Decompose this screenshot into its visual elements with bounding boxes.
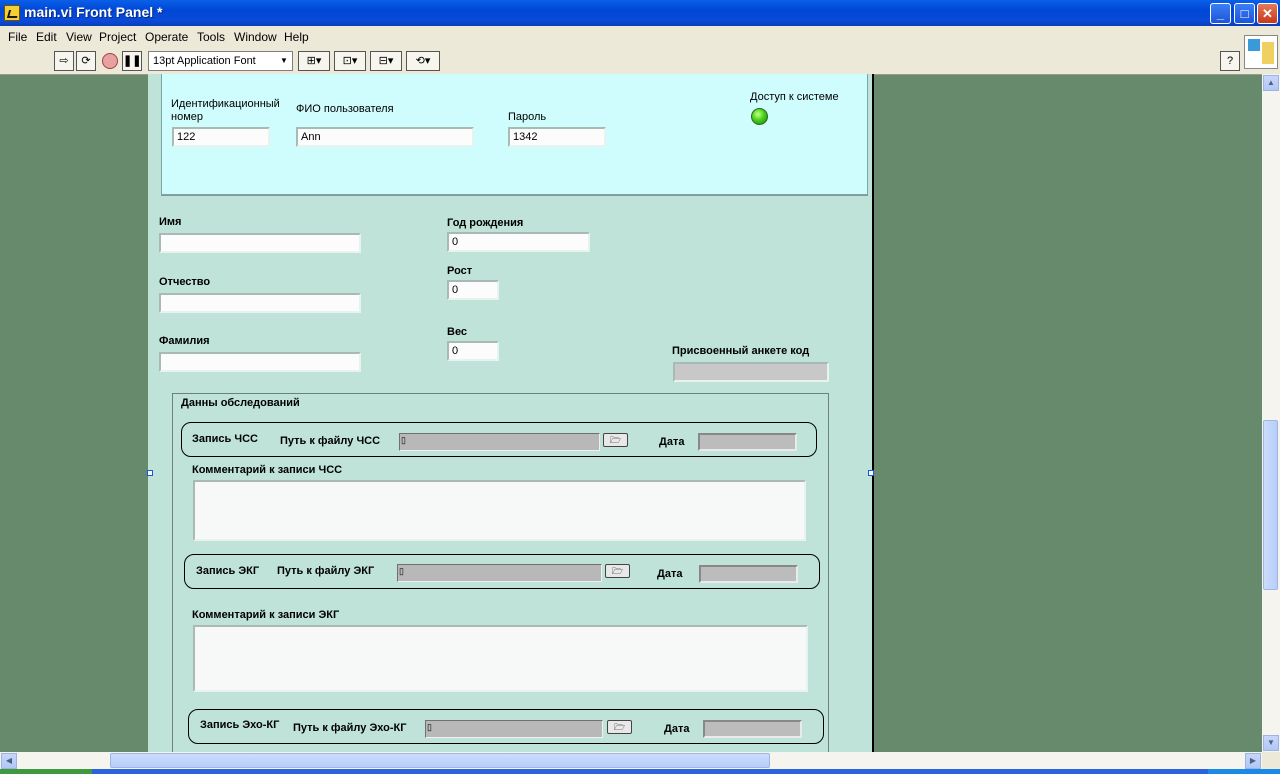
title-bar[interactable] [0, 0, 1280, 26]
first-name-field[interactable] [159, 233, 361, 253]
echo-record-label: Запись Эхо-КГ [200, 719, 280, 731]
system-tray [1208, 769, 1280, 774]
last-name-field[interactable] [159, 352, 361, 372]
resize-icon[interactable]: ⊟▾ [370, 51, 402, 71]
close-button[interactable]: ✕ [1257, 3, 1278, 24]
scroll-right-icon[interactable]: ▶ [1245, 753, 1261, 769]
font-select[interactable]: 13pt Application Font [148, 51, 293, 71]
hrv-comment-label: Комментарий к записи ЧСС [192, 464, 343, 476]
path-icon: ▯ [401, 435, 406, 445]
scroll-up-icon[interactable]: ▲ [1263, 75, 1279, 91]
birth-year-field[interactable]: 0 [447, 232, 590, 252]
menu-bar [0, 26, 1280, 49]
hrv-date-label: Дата [659, 436, 685, 448]
reorder-icon[interactable]: ⟲▾ [406, 51, 440, 71]
menu-project[interactable]: Project [99, 30, 136, 44]
id-label: Идентификационный номер [171, 98, 280, 123]
hrv-date-field [698, 433, 797, 451]
fio-field[interactable]: Ann [296, 127, 474, 147]
selection-handle-left[interactable] [147, 470, 153, 476]
ecg-comment-field[interactable] [193, 625, 808, 692]
vi-connector-icon[interactable] [1244, 35, 1278, 69]
path-icon: ▯ [427, 722, 432, 732]
run-arrow-icon[interactable]: ⇨ [54, 51, 74, 71]
last-name-label: Фамилия [159, 335, 210, 347]
hrv-path-field[interactable] [399, 433, 600, 451]
access-label: Доступ к системе [750, 91, 839, 103]
id-field[interactable]: 122 [172, 127, 270, 147]
menu-help[interactable]: Help [284, 30, 309, 44]
run-continuously-icon[interactable]: ⟳ [76, 51, 96, 71]
hrv-comment-field[interactable] [193, 480, 806, 541]
first-name-label: Имя [159, 216, 182, 228]
access-led [751, 108, 768, 125]
ecg-date-field [699, 565, 798, 583]
height-label: Рост [447, 265, 473, 277]
menu-tools[interactable]: Tools [197, 30, 225, 44]
ecg-path-field[interactable] [397, 564, 602, 582]
hrv-path-label: Путь к файлу ЧСС [280, 435, 381, 447]
menu-view[interactable]: View [66, 30, 92, 44]
minimize-button[interactable]: _ [1210, 3, 1231, 24]
patronymic-label: Отчество [159, 276, 211, 288]
vertical-scroll-thumb[interactable] [1263, 420, 1278, 590]
hrv-record-label: Запись ЧСС [192, 433, 258, 445]
taskbar [0, 769, 1280, 774]
scroll-down-icon[interactable]: ▼ [1263, 735, 1279, 751]
form-code-field [673, 362, 829, 382]
ecg-date-label: Дата [657, 568, 683, 580]
maximize-button[interactable]: □ [1234, 3, 1255, 24]
weight-label: Вес [447, 326, 468, 338]
scroll-left-icon[interactable]: ◀ [1, 753, 17, 769]
echo-path-field[interactable] [425, 720, 603, 738]
echo-date-field [703, 720, 802, 738]
folder-icon[interactable]: 🗁 [607, 720, 632, 734]
window-title: main.vi Front Panel * [24, 4, 163, 20]
distribute-icon[interactable]: ⊡▾ [334, 51, 366, 71]
patronymic-field[interactable] [159, 293, 361, 313]
folder-icon[interactable]: 🗁 [605, 564, 630, 578]
ecg-comment-label: Комментарий к записи ЭКГ [192, 609, 340, 621]
exams-title: Данны обследований [181, 397, 300, 409]
align-icon[interactable]: ⊞▾ [298, 51, 330, 71]
weight-field[interactable]: 0 [447, 341, 499, 361]
menu-file[interactable]: File [8, 30, 27, 44]
scroll-corner [1262, 752, 1280, 769]
folder-icon[interactable]: 🗁 [603, 433, 628, 447]
echo-date-label: Дата [664, 723, 690, 735]
password-label: Пароль [508, 111, 547, 123]
form-code-label: Присвоенный анкете код [672, 345, 810, 357]
ecg-path-label: Путь к файлу ЭКГ [277, 565, 375, 577]
pause-icon[interactable]: ❚❚ [122, 51, 142, 71]
selection-handle-right[interactable] [868, 470, 874, 476]
horizontal-scroll-thumb[interactable] [110, 753, 770, 768]
help-icon[interactable]: ? [1220, 51, 1240, 71]
echo-path-label: Путь к файлу Эхо-КГ [293, 722, 407, 734]
ecg-record-label: Запись ЭКГ [196, 565, 260, 577]
abort-icon[interactable] [102, 53, 118, 69]
vertical-scrollbar[interactable] [1262, 74, 1280, 752]
height-field[interactable]: 0 [447, 280, 499, 300]
menu-edit[interactable]: Edit [36, 30, 57, 44]
password-field[interactable]: 1342 [508, 127, 606, 147]
labview-vi-icon [4, 5, 20, 21]
chevron-down-icon[interactable]: ▼ [276, 52, 292, 70]
menu-operate[interactable]: Operate [145, 30, 188, 44]
fio-label: ФИО пользователя [296, 103, 394, 115]
path-icon: ▯ [399, 566, 404, 576]
start-button[interactable] [0, 769, 92, 774]
birth-year-label: Год рождения [447, 217, 524, 229]
menu-window[interactable]: Window [234, 30, 277, 44]
